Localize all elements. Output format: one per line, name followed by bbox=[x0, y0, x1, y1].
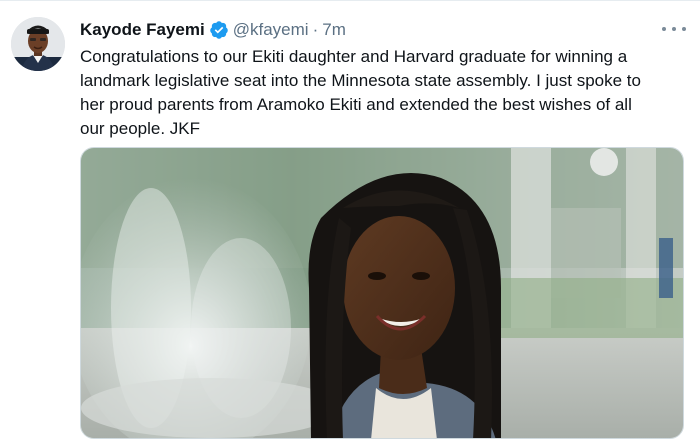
more-dot bbox=[662, 27, 666, 31]
separator-dot: · bbox=[312, 20, 319, 39]
tweet-text-line: Congratulations to our Ekiti daughter an… bbox=[80, 47, 628, 66]
author-avatar[interactable] bbox=[11, 17, 65, 71]
author-handle[interactable]: @kfayemi bbox=[233, 20, 309, 40]
tweet-text-line: her proud parents from Aramoko Ekiti and… bbox=[80, 95, 632, 114]
author-name[interactable]: Kayode Fayemi bbox=[80, 20, 205, 40]
tweet-photo[interactable] bbox=[80, 147, 684, 439]
tweet-text-line: our people. JKF bbox=[80, 119, 201, 138]
tweet-text: Congratulations to our Ekiti daughter an… bbox=[80, 45, 686, 141]
more-options-icon[interactable] bbox=[662, 21, 686, 37]
tweet-timestamp[interactable]: 7m bbox=[322, 20, 346, 40]
tweet-text-line: landmark legislative seat into the Minne… bbox=[80, 71, 641, 90]
more-dot bbox=[682, 27, 686, 31]
tweet[interactable]: Kayode Fayemi @kfayemi · 7m Congratulati… bbox=[0, 0, 700, 446]
tweet-header: Kayode Fayemi @kfayemi · 7m bbox=[80, 18, 346, 42]
verified-badge-icon bbox=[209, 20, 229, 40]
more-dot bbox=[672, 27, 676, 31]
